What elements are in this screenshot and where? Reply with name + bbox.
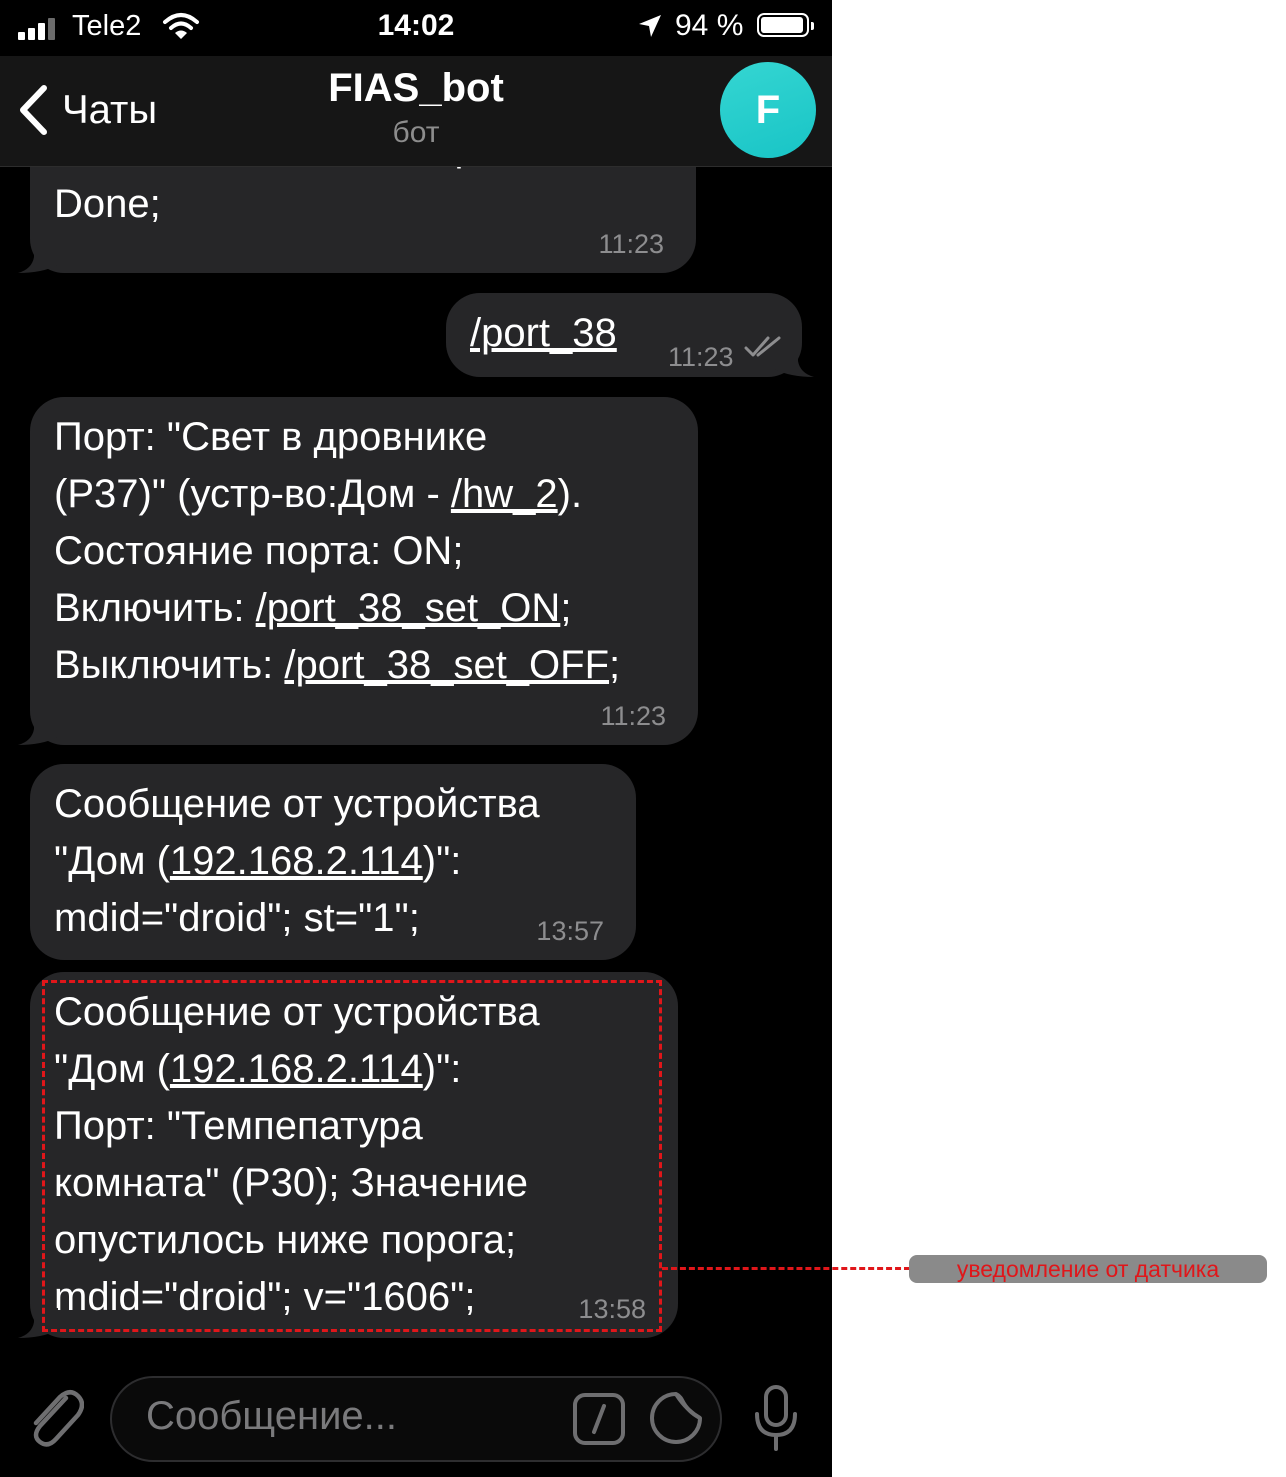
text-segment: Выключить: [54, 643, 285, 687]
message-time: 13:57 [536, 916, 604, 946]
message-text-line: Попытка включить порт: P37; [54, 167, 672, 176]
read-checkmarks-icon [744, 336, 781, 357]
hw-link[interactable]: /hw_2 [451, 472, 558, 516]
message-text-line: (P37)" (устр-во:Дом - /hw_2). [54, 466, 674, 523]
message-input-placeholder: Сообщение... [146, 1394, 398, 1438]
message-text-line: Включить: /port_38_set_ON; [54, 580, 674, 637]
message-bubble-incoming[interactable]: Порт: "Свет в дровнике (P37)" (устр-во:Д… [18, 397, 698, 745]
chat-title[interactable]: FIAS_bot [0, 66, 832, 111]
message-text-line: "Дом (192.168.2.114)": [54, 833, 612, 890]
message-time: 11:23 [600, 701, 666, 731]
avatar[interactable]: F [720, 62, 816, 158]
annotation-connector-line [662, 1267, 910, 1270]
message-text-line: mdid="droid"; st="1"; [54, 896, 420, 940]
message-time: 11:23 [668, 342, 734, 372]
message-text-line: Состояние порта: ON; [54, 529, 464, 573]
bot-commands-icon[interactable] [572, 1392, 626, 1446]
message-text-line: Сообщение от устройства [54, 782, 540, 826]
microphone-icon[interactable] [752, 1384, 800, 1454]
text-segment: ; [609, 643, 621, 687]
text-segment: "Дом ( [54, 839, 170, 883]
ip-link[interactable]: 192.168.2.114 [170, 839, 423, 883]
port-off-link[interactable]: /port_38_set_OFF [284, 643, 609, 687]
battery-percent: 94 % [675, 9, 744, 42]
text-segment: Включить: [54, 586, 256, 630]
annotation-highlight-box [42, 980, 662, 1332]
message-bubble-incoming[interactable]: Сообщение от устройства "Дом (192.168.2.… [30, 764, 636, 960]
avatar-letter: F [755, 87, 781, 132]
message-time: 11:23 [598, 229, 664, 259]
chat-subtitle: бот [392, 116, 440, 149]
battery-icon [757, 13, 814, 37]
message-text-line: Выключить: /port_38_set_OFF; [54, 637, 674, 694]
input-bar: Сообщение... [0, 1370, 832, 1477]
location-arrow-icon [639, 15, 661, 37]
message-input[interactable]: Сообщение... [110, 1376, 722, 1462]
command-link[interactable]: /port_38 [470, 307, 617, 359]
message-bubble-outgoing[interactable]: /port_38 11:23 [446, 293, 814, 377]
message-text-line: Done; [54, 182, 161, 226]
paperclip-icon[interactable] [26, 1384, 84, 1450]
message-text-line: Порт: "Свет в дровнике [54, 415, 488, 459]
text-segment: ). [557, 472, 583, 516]
port-on-link[interactable]: /port_38_set_ON [256, 586, 561, 630]
status-bar: Tele2 14:02 94 % [0, 0, 832, 56]
text-segment: ; [560, 586, 572, 630]
text-segment: (P37)" (устр-во:Дом - [54, 472, 451, 516]
bubble-tail [18, 715, 58, 745]
bubble-tail [18, 243, 58, 273]
chat-header: Чаты FIAS_bot бот F [0, 56, 832, 167]
annotation-label: уведомление от датчика [909, 1255, 1267, 1283]
phone-screen: Tele2 14:02 94 % Чаты FIAS_bot бот F Don… [0, 0, 832, 1477]
text-segment: )": [422, 839, 462, 883]
message-bubble-incoming[interactable]: Попытка включить порт: P37; Done; 11:23 [18, 167, 696, 273]
sticker-icon[interactable] [648, 1390, 704, 1446]
